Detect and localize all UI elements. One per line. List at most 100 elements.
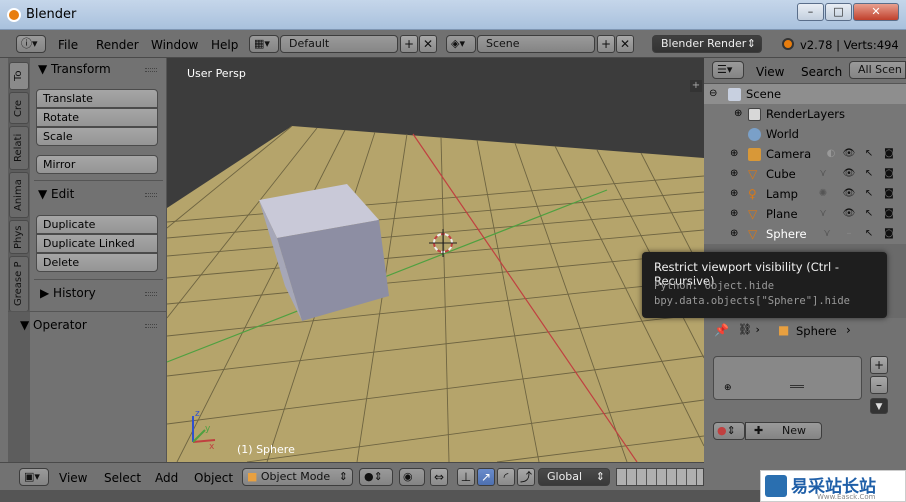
tab-physics[interactable]: Phys [9,220,29,254]
editor-type-3d-button[interactable]: ▣▾ [19,468,49,486]
pin-icon[interactable]: 📌 [714,323,729,337]
panel-edit-header[interactable]: ▼ Edit [38,187,74,201]
translate-manipulator[interactable]: ⊥ [457,468,475,486]
scale-button[interactable]: Scale [36,127,158,146]
pivot-select[interactable]: ◉ [399,468,425,486]
cursor-select-icon[interactable]: ↖ [862,187,876,201]
drag-handle-icon[interactable] [145,324,157,328]
scale-manipulator[interactable]: ◜ [497,468,515,486]
eye-icon[interactable]: 👁 [842,187,856,201]
render-camera-icon[interactable]: ◙ [882,147,896,161]
mesh-data-icon[interactable]: ⋎ [816,167,830,181]
outliner-menu-search[interactable]: Search [801,65,842,79]
menu-render[interactable]: Render [96,38,139,52]
scene-icon-button[interactable]: ◈▾ [446,35,476,53]
expand-icon[interactable]: ⊕ [734,104,742,124]
render-camera-icon[interactable]: ◙ [882,187,896,201]
cursor-select-icon[interactable]: ↖ [862,167,876,181]
3d-viewport[interactable]: z x y User Persp (1) Sphere + [167,58,704,462]
mesh-data-icon[interactable]: ⋎ [820,227,834,241]
menu-select[interactable]: Select [104,471,141,485]
camera-data-icon[interactable]: ◐ [824,147,838,161]
add-slot-button[interactable]: + [870,356,888,374]
render-camera-icon[interactable]: ◙ [882,227,896,241]
tab-create[interactable]: Cre [9,92,29,124]
cursor-select-icon[interactable]: ↖ [862,207,876,221]
delete-button[interactable]: Delete [36,253,158,272]
list-resize-icon[interactable] [790,385,804,388]
viewport-corner-plus-icon[interactable]: + [690,80,702,92]
panel-history-header[interactable]: ▶ History [40,286,96,300]
outliner-editor-type-button[interactable]: ☰▾ [712,61,744,79]
editor-type-button[interactable]: ⓘ▾ [16,35,46,53]
eye-icon[interactable]: 👁 [842,147,856,161]
outliner-filter-select[interactable]: All Scen [849,61,906,79]
minimize-button[interactable]: – [797,3,824,21]
outliner-row-lamp[interactable]: ⊕ ♀ Lamp ✺ 👁 ↖ ◙ [704,184,906,204]
cursor-select-icon[interactable]: ↖ [862,147,876,161]
viewport-scene[interactable]: z x y [167,58,704,462]
panel-transform-header[interactable]: ▼ Transform [38,62,111,76]
material-browse-button[interactable]: ●⇕ [713,422,745,440]
remove-layout-button[interactable]: ✕ [419,35,437,53]
maximize-button[interactable]: □ [825,3,852,21]
duplicate-linked-button[interactable]: Duplicate Linked [36,234,158,253]
render-camera-icon[interactable]: ◙ [882,167,896,181]
layout-name-field[interactable]: Default [280,35,398,53]
eye-hidden-icon[interactable]: – [842,227,856,241]
expand-icon[interactable]: ⊕ [730,224,738,244]
material-slot-list[interactable]: ⊕ [713,356,862,400]
outliner-row-scene[interactable]: ⊖ Scene [704,84,906,104]
expand-icon[interactable]: ⊕ [730,204,738,224]
outliner-row-camera[interactable]: ⊕ Camera ◐ 👁 ↖ ◙ [704,144,906,164]
outliner-row-cube[interactable]: ⊕ ▽ Cube ⋎ 👁 ↖ ◙ [704,164,906,184]
lamp-data-icon[interactable]: ✺ [816,187,830,201]
tab-relations[interactable]: Relati [9,126,29,170]
duplicate-button[interactable]: Duplicate [36,215,158,234]
add-layout-button[interactable]: + [400,35,418,53]
tab-animation[interactable]: Anima [9,172,29,218]
menu-object[interactable]: Object [194,471,233,485]
eye-icon[interactable]: 👁 [842,167,856,181]
menu-help[interactable]: Help [211,38,238,52]
drag-handle-icon[interactable] [145,193,157,197]
tab-grease-pencil[interactable]: Grease P [9,256,29,312]
expand-icon[interactable]: ⊕ [730,184,738,204]
tab-tools[interactable]: To [9,62,29,90]
orientation-select[interactable]: Global ⇕ [538,468,610,486]
translate-button[interactable]: Translate [36,89,158,108]
shading-select[interactable]: ●⇕ [359,468,393,486]
menu-window[interactable]: Window [151,38,198,52]
rotate-button[interactable]: Rotate [36,108,158,127]
cursor-select-icon[interactable]: ↖ [862,227,876,241]
add-scene-button[interactable]: + [597,35,615,53]
scene-name-field[interactable]: Scene [477,35,595,53]
layout-icon-button[interactable]: ▦▾ [249,35,279,53]
close-button[interactable]: ✕ [853,3,899,21]
outliner-row-sphere[interactable]: ⊕ ▽ Sphere ⋎ – ↖ ◙ [704,224,906,244]
drag-handle-icon[interactable] [145,292,157,296]
snap-manipulator[interactable]: ⤴ [517,468,535,486]
outliner-row-world[interactable]: World [704,124,906,144]
layer-buttons[interactable] [616,468,704,486]
render-camera-icon[interactable]: ◙ [882,207,896,221]
remove-scene-button[interactable]: ✕ [616,35,634,53]
outliner-row-plane[interactable]: ⊕ ▽ Plane ⋎ 👁 ↖ ◙ [704,204,906,224]
remove-slot-button[interactable]: – [870,376,888,394]
expand-icon[interactable]: ⊕ [730,164,738,184]
panel-operator-header[interactable]: ▼ Operator [20,318,87,332]
mirror-button[interactable]: Mirror [36,155,158,174]
rotate-manipulator[interactable]: ↗ [477,468,495,486]
new-material-button[interactable]: ✚ New [745,422,822,440]
outliner-menu-view[interactable]: View [756,65,784,79]
render-engine-select[interactable]: Blender Render ⇕ [652,35,762,53]
manipulator-toggle[interactable]: ⇔ [430,468,448,486]
menu-add[interactable]: Add [155,471,178,485]
slot-specials-button[interactable]: ▼ [870,398,888,414]
menu-view[interactable]: View [59,471,87,485]
expand-icon[interactable]: ⊕ [730,144,738,164]
eye-icon[interactable]: 👁 [842,207,856,221]
drag-handle-icon[interactable] [145,68,157,72]
mode-select[interactable]: ■ Object Mode ⇕ [242,468,353,486]
mesh-data-icon[interactable]: ⋎ [816,207,830,221]
